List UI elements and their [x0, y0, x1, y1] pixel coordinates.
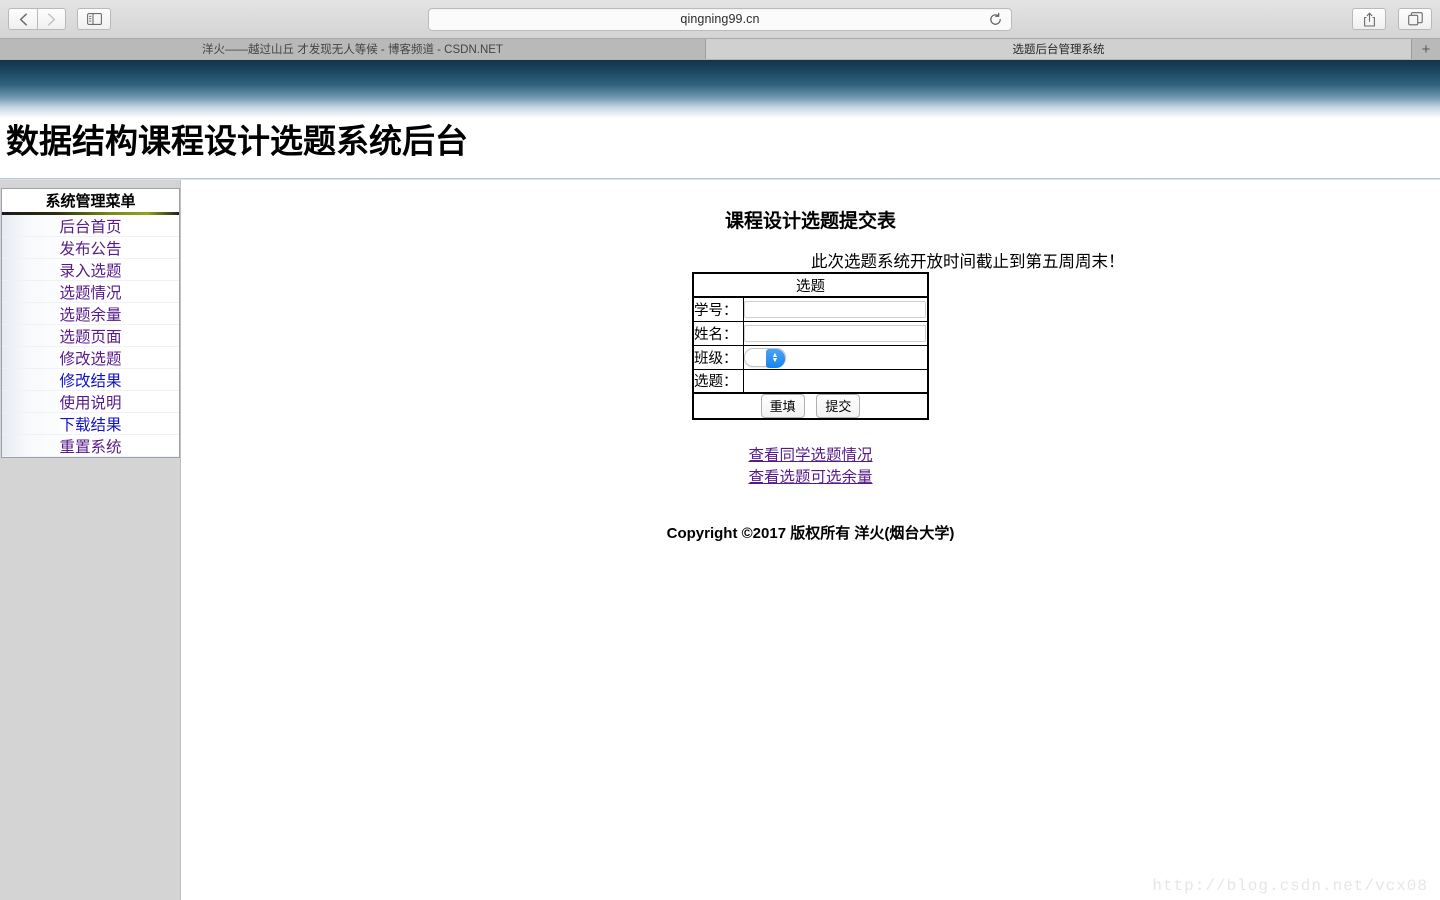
navigation-buttons — [8, 8, 66, 30]
chevron-left-icon — [19, 13, 28, 26]
topic-submission-form: 选题 学号： 姓名： 班级： ▲ — [692, 272, 929, 420]
sidebar-item-label: 重置系统 — [59, 435, 121, 457]
address-bar[interactable]: qingning99.cn — [428, 8, 1012, 31]
sidebar-toggle-button[interactable] — [77, 8, 111, 30]
chevron-updown-icon: ▲▼ — [766, 349, 785, 368]
name-cell — [743, 321, 928, 345]
tabs-overview-button[interactable] — [1398, 8, 1432, 30]
deadline-notice: 此次选题系统开放时间截止到第五周周末！ — [811, 248, 1125, 272]
sidebar-item-download-result[interactable]: 下载结果 — [2, 413, 179, 435]
sidebar: 系统管理菜单 后台首页 发布公告 录入选题 选题情况 选题余量 选题页面 修改选… — [0, 180, 181, 900]
sidebar-item-publish-notice[interactable]: 发布公告 — [2, 237, 179, 259]
share-button[interactable] — [1352, 8, 1386, 30]
table-row-student-id: 学号： — [693, 297, 928, 321]
browser-toolbar: qingning99.cn — [0, 0, 1440, 38]
view-topic-status-link[interactable]: 查看同学选题情况 — [181, 443, 1440, 465]
topic-cell — [743, 369, 928, 393]
page-title: 数据结构课程设计选题系统后台 — [6, 127, 468, 160]
sidebar-item-input-topic[interactable]: 录入选题 — [2, 259, 179, 281]
sidebar-item-label: 后台首页 — [59, 215, 121, 237]
sidebar-item-topic-status[interactable]: 选题情况 — [2, 281, 179, 303]
browser-tab-2[interactable]: 选题后台管理系统 — [706, 39, 1412, 59]
tab-bar: 洋火——越过山丘 才发现无人等候 - 博客频道 - CSDN.NET 选题后台管… — [0, 38, 1440, 59]
site-banner — [0, 60, 1440, 120]
forward-button[interactable] — [37, 8, 66, 30]
class-cell: ▲▼ — [743, 345, 928, 369]
new-tab-button[interactable]: + — [1412, 39, 1440, 59]
plus-icon: + — [1422, 42, 1431, 57]
tab-title: 选题后台管理系统 — [1013, 41, 1105, 57]
view-topic-remaining-link[interactable]: 查看选题可选余量 — [181, 465, 1440, 487]
table-header-cell: 选题 — [693, 273, 928, 297]
sidebar-item-instructions[interactable]: 使用说明 — [2, 391, 179, 413]
form-buttons-cell: 重填 提交 — [693, 393, 928, 419]
name-label: 姓名： — [693, 321, 743, 345]
sidebar-item-label: 修改选题 — [59, 347, 121, 369]
sidebar-icon — [87, 13, 102, 25]
main-content: 课程设计选题提交表 此次选题系统开放时间截止到第五周周末！ 选题 学号： 姓名：… — [181, 180, 1440, 900]
sidebar-menu-title: 系统管理菜单 — [2, 189, 179, 212]
class-select[interactable]: ▲▼ — [744, 348, 786, 367]
url-text: qingning99.cn — [680, 12, 759, 26]
sidebar-item-label: 修改结果 — [59, 369, 121, 391]
sidebar-item-reset-system[interactable]: 重置系统 — [2, 435, 179, 457]
chevron-right-icon — [47, 13, 56, 26]
sidebar-item-modify-result[interactable]: 修改结果 — [2, 369, 179, 391]
table-row-name: 姓名： — [693, 321, 928, 345]
form-title: 课程设计选题提交表 — [181, 206, 1440, 233]
browser-tab-1[interactable]: 洋火——越过山丘 才发现无人等候 - 博客频道 - CSDN.NET — [0, 39, 706, 59]
table-row-topic: 选题： — [693, 369, 928, 393]
sidebar-item-label: 选题页面 — [59, 325, 121, 347]
sidebar-item-label: 发布公告 — [59, 237, 121, 259]
back-button[interactable] — [8, 8, 37, 30]
table-header-row: 选题 — [693, 273, 928, 297]
sidebar-item-topic-remaining[interactable]: 选题余量 — [2, 303, 179, 325]
sidebar-menu-box: 系统管理菜单 后台首页 发布公告 录入选题 选题情况 选题余量 选题页面 修改选… — [1, 188, 180, 458]
table-row-buttons: 重填 提交 — [693, 393, 928, 419]
sidebar-item-label: 选题余量 — [59, 303, 121, 325]
sidebar-item-label: 录入选题 — [59, 259, 121, 281]
tab-title: 洋火——越过山丘 才发现无人等候 - 博客频道 - CSDN.NET — [202, 41, 503, 57]
copyright-text: Copyright ©2017 版权所有 洋火(烟台大学) — [181, 522, 1440, 543]
name-input[interactable] — [744, 325, 926, 342]
sidebar-item-modify-topic[interactable]: 修改选题 — [2, 347, 179, 369]
student-id-input[interactable] — [744, 301, 926, 318]
sidebar-item-label: 选题情况 — [59, 281, 121, 303]
page-content: 数据结构课程设计选题系统后台 系统管理菜单 后台首页 发布公告 录入选题 选题情… — [0, 60, 1440, 900]
share-icon — [1363, 12, 1376, 27]
class-label: 班级： — [693, 345, 743, 369]
topic-label: 选题： — [693, 369, 743, 393]
sidebar-item-topic-page[interactable]: 选题页面 — [2, 325, 179, 347]
submit-button[interactable]: 提交 — [816, 394, 860, 418]
sidebar-item-label: 使用说明 — [59, 391, 121, 413]
student-id-cell — [743, 297, 928, 321]
student-id-label: 学号： — [693, 297, 743, 321]
sidebar-item-label: 下载结果 — [59, 413, 121, 435]
copy-tabs-icon — [1408, 12, 1423, 26]
reload-icon[interactable] — [988, 12, 1003, 27]
sidebar-item-home[interactable]: 后台首页 — [2, 215, 179, 237]
reset-button[interactable]: 重填 — [761, 394, 805, 418]
browser-chrome: qingning99.cn 洋 — [0, 0, 1440, 60]
toolbar-right-buttons — [1352, 8, 1432, 30]
watermark-text: http://blog.csdn.net/vcx08 — [1152, 877, 1428, 895]
table-row-class: 班级： ▲▼ — [693, 345, 928, 369]
